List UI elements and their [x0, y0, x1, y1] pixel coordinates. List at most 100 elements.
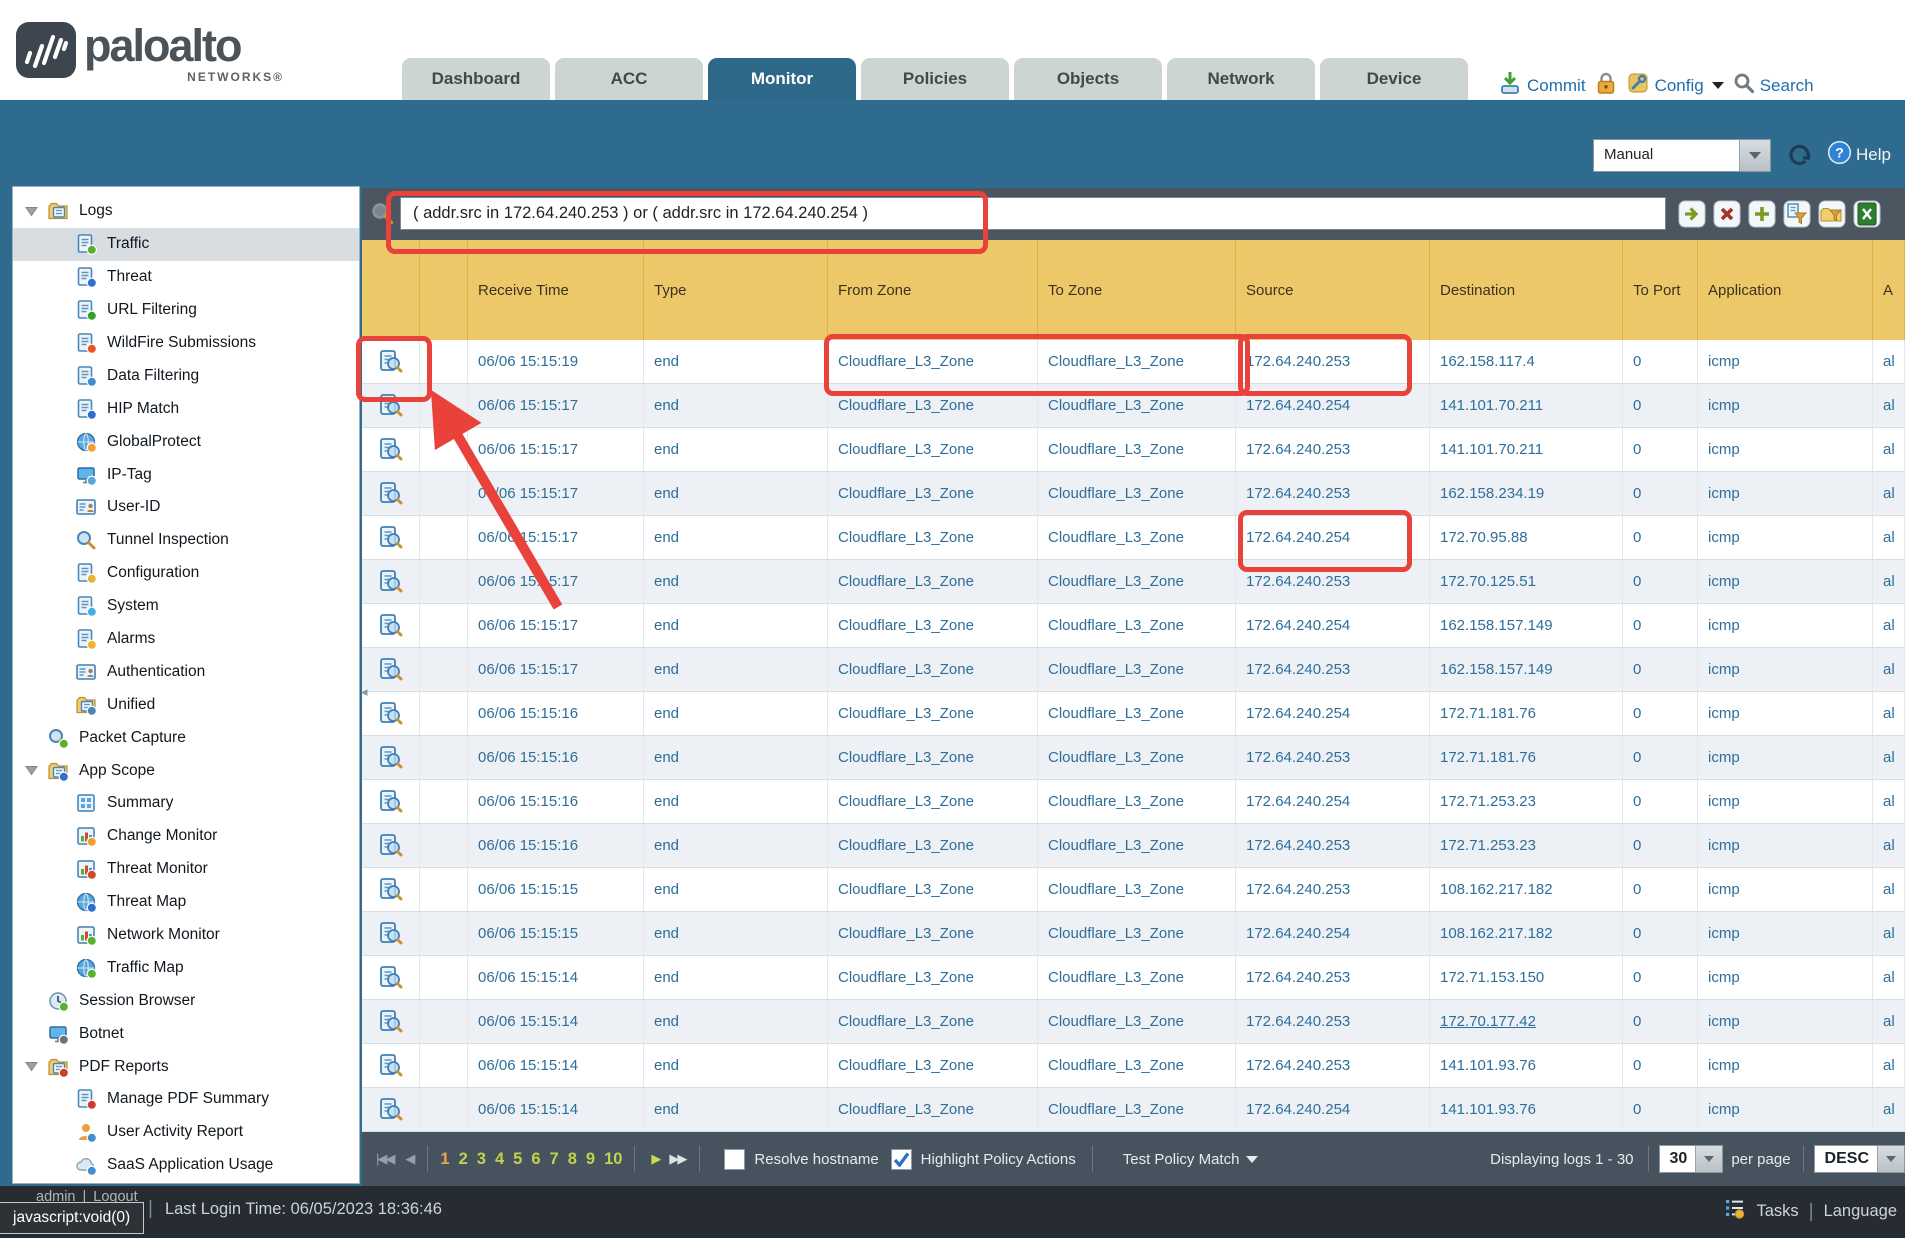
sidebar-item-user-activity-report[interactable]: User Activity Report — [13, 1116, 359, 1149]
sidebar-item-threat-map[interactable]: Threat Map — [13, 886, 359, 919]
sidebar-item-wildfire-submissions[interactable]: WildFire Submissions — [13, 327, 359, 360]
export-logs-icon[interactable] — [1853, 200, 1881, 228]
test-policy-match-button[interactable]: Test Policy Match — [1123, 1151, 1259, 1168]
sidebar-item-authentication[interactable]: Authentication — [13, 655, 359, 688]
sidebar-item-ip-tag[interactable]: IP-Tag — [13, 458, 359, 491]
tasks-button[interactable]: Tasks — [1756, 1202, 1798, 1221]
sidebar-item-alarms[interactable]: Alarms — [13, 623, 359, 656]
column-header-destination[interactable]: Destination — [1430, 240, 1623, 340]
log-detail-icon[interactable] — [362, 428, 420, 472]
log-detail-icon[interactable] — [362, 604, 420, 648]
last-page-icon[interactable]: ▶▶ — [669, 1151, 685, 1167]
page-number-5[interactable]: 5 — [513, 1150, 522, 1169]
refresh-button[interactable] — [1786, 141, 1813, 173]
sidebar-item-unified[interactable]: Unified — [13, 688, 359, 721]
sidebar-collapse-icon[interactable] — [361, 684, 368, 700]
sidebar-item-summary[interactable]: Summary — [13, 787, 359, 820]
column-header-application[interactable]: Application — [1698, 240, 1873, 340]
sidebar-item-change-monitor[interactable]: Change Monitor — [13, 820, 359, 853]
sidebar-item-threat-monitor[interactable]: Threat Monitor — [13, 853, 359, 886]
filter-builder-icon[interactable] — [1783, 200, 1811, 228]
sidebar-item-globalprotect[interactable]: GlobalProtect — [13, 425, 359, 458]
clear-filter-icon[interactable] — [1713, 200, 1741, 228]
log-detail-icon[interactable] — [362, 824, 420, 868]
log-detail-icon[interactable] — [362, 384, 420, 428]
column-header-a[interactable]: A — [1873, 240, 1905, 340]
column-header-type[interactable]: Type — [644, 240, 828, 340]
log-detail-icon[interactable] — [362, 1088, 420, 1132]
page-number-9[interactable]: 9 — [586, 1150, 595, 1169]
tab-dashboard[interactable]: Dashboard — [402, 58, 550, 100]
sidebar-item-user-id[interactable]: User-ID — [13, 491, 359, 524]
column-header-to-port[interactable]: To Port — [1623, 240, 1698, 340]
sidebar-item-packet-capture[interactable]: Packet Capture — [13, 721, 359, 754]
page-number-3[interactable]: 3 — [477, 1150, 486, 1169]
sidebar-item-traffic-map[interactable]: Traffic Map — [13, 951, 359, 984]
sidebar-item-saas-application-usage[interactable]: SaaS Application Usage — [13, 1149, 359, 1182]
sidebar-item-manage-pdf-summary[interactable]: Manage PDF Summary — [13, 1083, 359, 1116]
log-detail-icon[interactable] — [362, 736, 420, 780]
add-filter-icon[interactable] — [1748, 200, 1776, 228]
per-page-select[interactable]: 30 — [1659, 1145, 1724, 1173]
sidebar-item-data-filtering[interactable]: Data Filtering — [13, 359, 359, 392]
filter-query-input[interactable] — [400, 197, 1666, 230]
column-header-receive-time[interactable]: Receive Time — [468, 240, 644, 340]
lock-button[interactable] — [1595, 71, 1617, 101]
column-header-source[interactable]: Source — [1236, 240, 1430, 340]
log-detail-icon[interactable] — [362, 780, 420, 824]
sidebar-item-hip-match[interactable]: HIP Match — [13, 392, 359, 425]
expander-triangle-icon[interactable] — [25, 765, 47, 776]
sidebar-item-network-monitor[interactable]: Network Monitor — [13, 919, 359, 952]
sort-order-select[interactable]: DESC — [1814, 1145, 1905, 1173]
log-detail-icon[interactable] — [362, 868, 420, 912]
tab-policies[interactable]: Policies — [861, 58, 1009, 100]
tab-objects[interactable]: Objects — [1014, 58, 1162, 100]
sidebar-item-url-filtering[interactable]: URL Filtering — [13, 294, 359, 327]
sidebar-item-botnet[interactable]: Botnet — [13, 1017, 359, 1050]
log-detail-icon[interactable] — [362, 472, 420, 516]
log-detail-icon[interactable] — [362, 956, 420, 1000]
highlight-policy-checkbox[interactable] — [891, 1149, 912, 1170]
log-detail-icon[interactable] — [362, 1044, 420, 1088]
log-detail-icon[interactable] — [362, 912, 420, 956]
tab-monitor[interactable]: Monitor — [708, 58, 856, 100]
tab-acc[interactable]: ACC — [555, 58, 703, 100]
tab-network[interactable]: Network — [1167, 58, 1315, 100]
page-number-8[interactable]: 8 — [568, 1150, 577, 1169]
cell-destination[interactable]: 172.70.177.42 — [1430, 1000, 1623, 1044]
log-detail-icon[interactable] — [362, 648, 420, 692]
load-filter-icon[interactable] — [1818, 200, 1846, 228]
sidebar-item-system[interactable]: System — [13, 590, 359, 623]
sidebar-item-pdf-reports[interactable]: PDF Reports — [13, 1050, 359, 1083]
log-detail-icon[interactable] — [362, 560, 420, 604]
first-page-icon[interactable]: |◀◀ — [376, 1151, 393, 1167]
sidebar-item-configuration[interactable]: Configuration — [13, 557, 359, 590]
page-number-2[interactable]: 2 — [459, 1150, 468, 1169]
search-button[interactable]: Search — [1733, 72, 1814, 99]
sidebar-item-threat[interactable]: Threat — [13, 261, 359, 294]
refresh-mode-caret-icon[interactable] — [1739, 140, 1770, 171]
page-number-4[interactable]: 4 — [495, 1150, 504, 1169]
refresh-mode-select[interactable]: Manual — [1593, 139, 1771, 172]
page-number-10[interactable]: 10 — [604, 1150, 622, 1169]
next-page-icon[interactable]: ▶ — [651, 1151, 661, 1167]
per-page-caret-icon[interactable] — [1695, 1146, 1722, 1172]
config-menu-button[interactable]: Config — [1626, 71, 1724, 100]
sort-order-caret-icon[interactable] — [1877, 1146, 1904, 1172]
page-number-7[interactable]: 7 — [550, 1150, 559, 1169]
sidebar-item-session-browser[interactable]: Session Browser — [13, 984, 359, 1017]
column-header-to-zone[interactable]: To Zone — [1038, 240, 1236, 340]
log-detail-icon[interactable] — [362, 1000, 420, 1044]
expander-triangle-icon[interactable] — [25, 1061, 47, 1072]
log-detail-icon[interactable] — [362, 692, 420, 736]
sidebar-item-tunnel-inspection[interactable]: Tunnel Inspection — [13, 524, 359, 557]
page-number-6[interactable]: 6 — [531, 1150, 540, 1169]
page-number-1[interactable]: 1 — [440, 1150, 449, 1169]
apply-filter-icon[interactable] — [1678, 200, 1706, 228]
sidebar-item-traffic[interactable]: Traffic — [13, 228, 359, 261]
tab-device[interactable]: Device — [1320, 58, 1468, 100]
log-detail-icon[interactable] — [362, 516, 420, 560]
prev-page-icon[interactable]: ◀ — [405, 1151, 415, 1167]
commit-button[interactable]: Commit — [1498, 70, 1586, 101]
language-button[interactable]: Language — [1824, 1202, 1897, 1221]
